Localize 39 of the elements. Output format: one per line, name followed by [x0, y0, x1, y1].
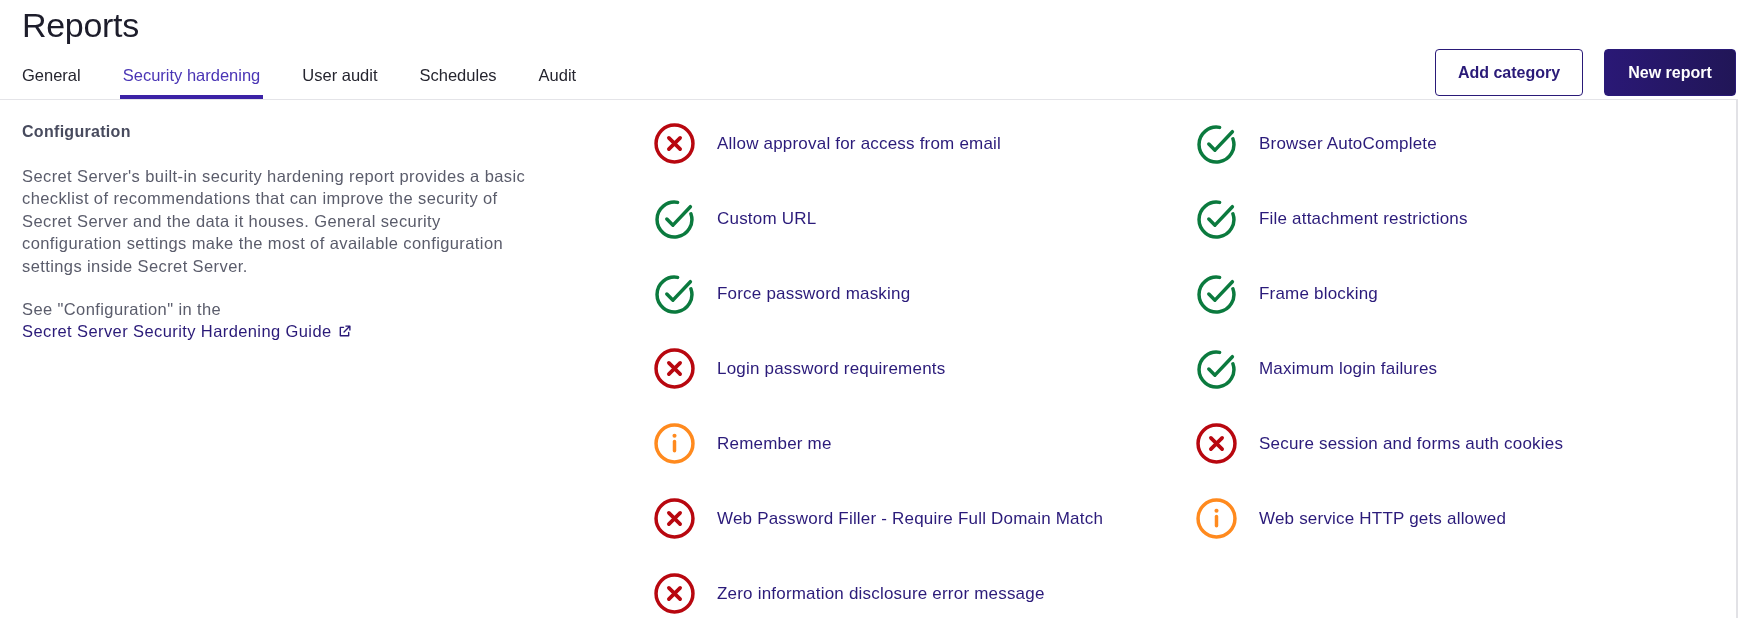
check-item-link[interactable]: Frame blocking: [1259, 282, 1378, 305]
x-circle-icon: [654, 498, 695, 539]
info-circle-icon: [1196, 498, 1237, 539]
check-item-link[interactable]: Browser AutoComplete: [1259, 132, 1437, 155]
tab[interactable]: General: [19, 61, 84, 99]
tab[interactable]: Audit: [535, 61, 580, 99]
check-item-link[interactable]: Custom URL: [717, 207, 817, 230]
tab[interactable]: Schedules: [416, 61, 500, 99]
reference-text: See "Configuration" in the: [22, 299, 222, 321]
check-item-link[interactable]: Remember me: [717, 432, 832, 455]
description-text: Secret Server's built-in security hardening report provides a basic checklist of recommendations that can improve the security of Secret Server and the data it houses. General security configuration settings make the most of available configuration settings inside Secret Server.: [22, 166, 527, 277]
check-circle-icon: [654, 273, 695, 314]
check-item-link[interactable]: File attachment restrictions: [1259, 207, 1468, 230]
check-item-link[interactable]: Maximum login failures: [1259, 357, 1438, 380]
section-heading: Configuration: [22, 122, 131, 142]
tab[interactable]: User audit: [299, 61, 381, 99]
check-item-link[interactable]: Login password requirements: [717, 357, 946, 380]
check-circle-icon: [1196, 273, 1237, 314]
check-item-link[interactable]: Secure session and forms auth cookies: [1259, 432, 1564, 455]
check-item-link[interactable]: Allow approval for access from email: [717, 132, 1002, 155]
add-category-button[interactable]: Add category: [1435, 49, 1583, 96]
check-circle-icon: [1196, 348, 1237, 389]
tab[interactable]: Security hardening: [119, 61, 264, 99]
guide-link[interactable]: Secret Server Security Hardening Guide: [22, 320, 351, 343]
x-circle-icon: [654, 573, 695, 614]
check-item-link[interactable]: Web service HTTP gets allowed: [1259, 507, 1507, 530]
check-item-link[interactable]: Force password masking: [717, 282, 911, 305]
new-report-button[interactable]: New report: [1604, 49, 1736, 96]
check-circle-icon: [654, 198, 695, 239]
x-circle-icon: [654, 123, 695, 164]
page-title: Reports: [22, 5, 139, 45]
check-item-link[interactable]: Web Password Filler - Require Full Domain Match: [717, 507, 1104, 530]
external-link-icon: [337, 324, 351, 338]
check-item-link[interactable]: Zero information disclosure error message: [717, 582, 1045, 605]
info-circle-icon: [654, 423, 695, 464]
check-circle-icon: [1196, 198, 1237, 239]
check-circle-icon: [1196, 123, 1237, 164]
x-circle-icon: [654, 348, 695, 389]
x-circle-icon: [1196, 423, 1237, 464]
